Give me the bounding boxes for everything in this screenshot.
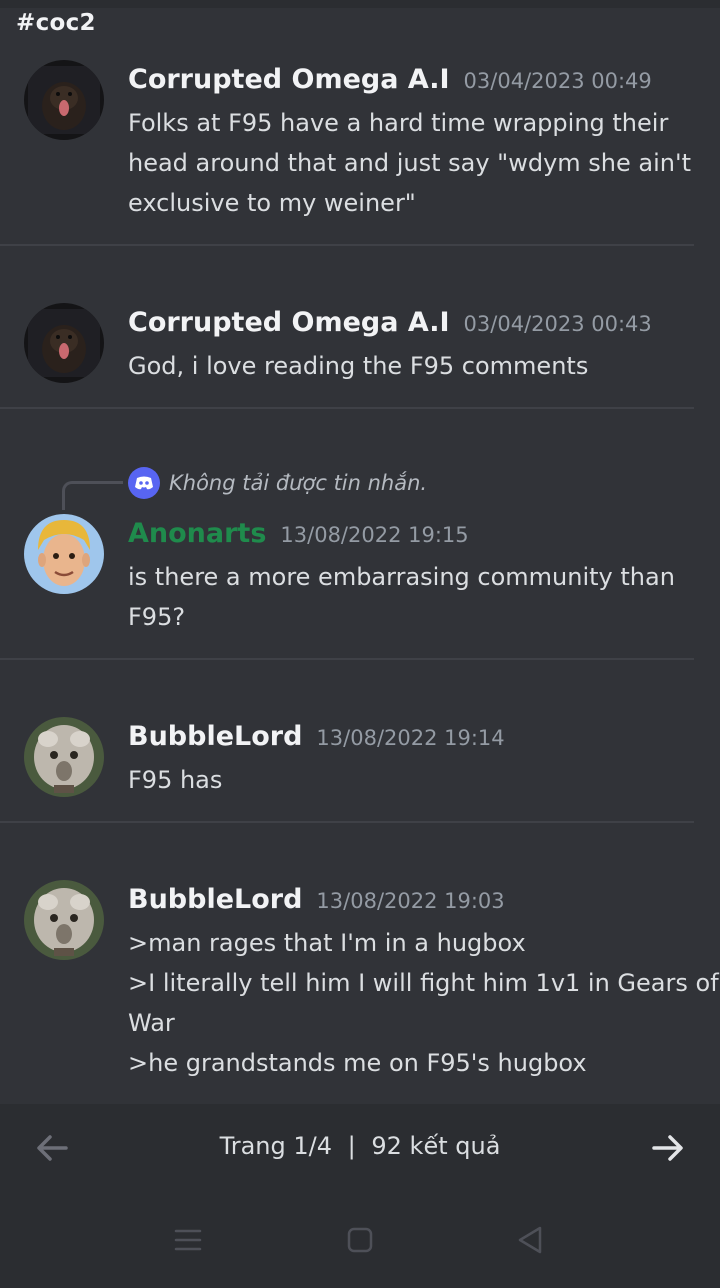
message-line: exclusive to my weiner" [128, 189, 416, 217]
message-content: God, i love reading the F95 comments [128, 346, 703, 386]
message-line: >I literally tell him I will fight him 1… [128, 969, 719, 997]
channel-name: #coc2 [16, 10, 96, 36]
message-line: >he grandstands me on F95's hugbox [128, 1049, 587, 1077]
author-name[interactable]: Corrupted Omega A.I 03/04/2023 00:49 [128, 64, 652, 95]
divider [0, 821, 694, 823]
divider [0, 658, 694, 660]
creature-avatar[interactable] [24, 717, 104, 797]
creature-avatar[interactable] [24, 880, 104, 960]
pagination-label: Trang 1/4 | 92 kết quả [0, 1132, 720, 1160]
cartoon-face-avatar[interactable] [24, 514, 104, 594]
square-icon[interactable] [342, 1222, 378, 1258]
message-content: is there a more embarrasing community th… [128, 557, 703, 637]
author-name[interactable]: BubbleLord 13/08/2022 19:14 [128, 721, 505, 752]
dog-avatar[interactable] [24, 60, 104, 140]
message-line: is there a more embarrasing community th… [128, 563, 675, 591]
message-line: War [128, 1009, 175, 1037]
menu-lines-icon[interactable] [170, 1222, 206, 1258]
timestamp: 13/08/2022 19:03 [316, 889, 505, 913]
message-line: head around that and just say "wdym she … [128, 149, 691, 177]
timestamp: 03/04/2023 00:49 [463, 69, 652, 93]
dog-avatar[interactable] [24, 303, 104, 383]
message-line: God, i love reading the F95 comments [128, 352, 589, 380]
reply-failed-text[interactable]: Không tải được tin nhắn. [169, 467, 427, 499]
message-line: >man rages that I'm in a hugbox [128, 929, 526, 957]
timestamp: 13/08/2022 19:14 [316, 726, 505, 750]
author-name[interactable]: Anonarts 13/08/2022 19:15 [128, 518, 469, 549]
author-name[interactable]: Corrupted Omega A.I 03/04/2023 00:43 [128, 307, 652, 338]
author-label[interactable]: BubbleLord [128, 721, 302, 752]
reply-connector [62, 481, 123, 510]
message-line: F95? [128, 603, 186, 631]
author-label[interactable]: Anonarts [128, 518, 266, 549]
message-line: Folks at F95 have a hard time wrapping t… [128, 109, 669, 137]
arrow-right-icon[interactable] [646, 1126, 690, 1170]
message-line: F95 has [128, 766, 223, 794]
page-indicator: Trang 1/4 [219, 1132, 332, 1160]
results-count: 92 kết quả [371, 1132, 501, 1160]
author-name[interactable]: BubbleLord 13/08/2022 19:03 [128, 884, 505, 915]
divider [0, 244, 694, 246]
message-content: >man rages that I'm in a hugbox >I liter… [128, 923, 719, 1083]
author-label[interactable]: Corrupted Omega A.I [128, 64, 450, 95]
divider [0, 407, 694, 409]
timestamp: 03/04/2023 00:43 [463, 312, 652, 336]
timestamp: 13/08/2022 19:15 [280, 523, 469, 547]
pagination-divider: | [347, 1132, 356, 1160]
triangle-back-icon[interactable] [512, 1222, 548, 1258]
message-content: F95 has [128, 760, 703, 800]
author-label[interactable]: Corrupted Omega A.I [128, 307, 450, 338]
discord-icon[interactable] [128, 467, 160, 499]
author-label[interactable]: BubbleLord [128, 884, 302, 915]
message-content: Folks at F95 have a hard time wrapping t… [128, 103, 703, 223]
top-edge-bar [0, 0, 720, 8]
